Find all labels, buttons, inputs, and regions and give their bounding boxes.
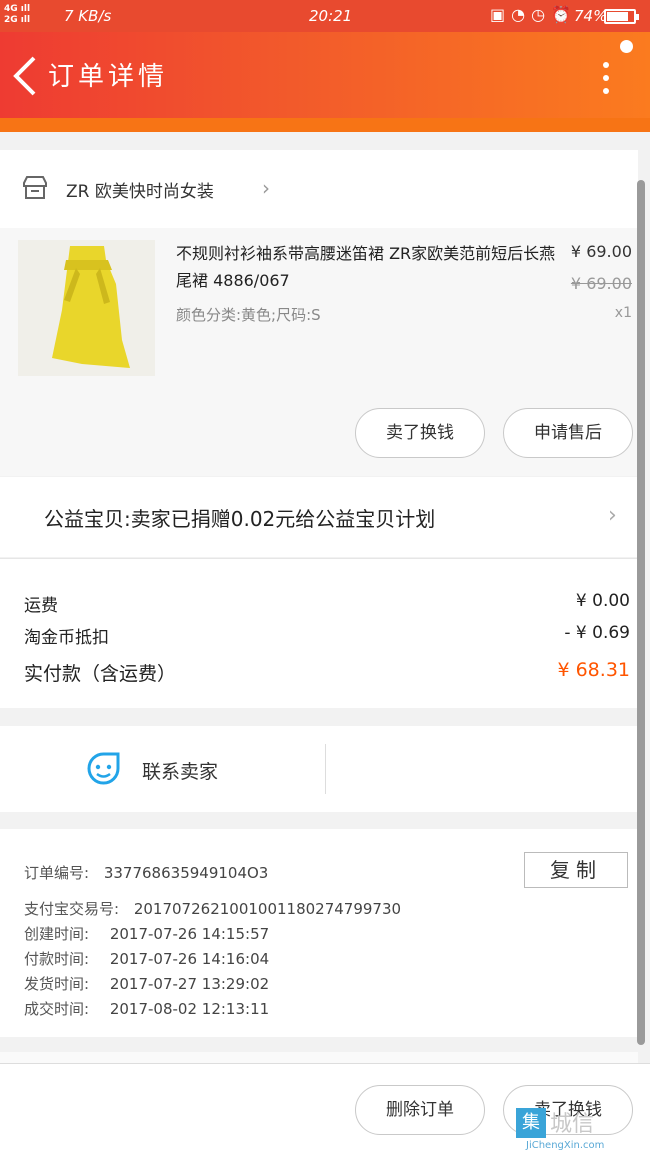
back-button[interactable] [10,54,40,98]
product-price: ¥ 69.00 [570,242,632,261]
contact-bar: 联系卖家 [0,726,638,812]
product-thumbnail[interactable] [18,240,155,376]
paid-time: 2017-07-26 14:16:04 [109,950,270,968]
chevron-right-icon: › [262,176,270,200]
watermark-text: 城信 [550,1112,595,1137]
chevron-right-icon: › [608,503,617,528]
fee-summary: 运费 ¥ 0.00 淘金币抵扣 - ¥ 0.69 实付款（含运费） ¥ 68.3… [0,558,638,708]
paid-time-line: 付款时间: 2017-07-26 14:16:04 [24,948,269,969]
product-sku: 颜色分类:黄色;尺码:S [176,306,321,324]
product-original-price: ¥ 69.00 [570,274,632,293]
chevron-left-icon [13,56,36,96]
created-time: 2017-07-26 14:15:57 [109,925,270,943]
paid-value: ¥ 68.31 [557,659,630,681]
charity-row[interactable]: 公益宝贝:卖家已捐赠0.02元给公益宝贝计划 › [0,477,638,557]
delete-order-button[interactable]: 删除订单 [355,1085,485,1135]
order-info: 订单编号: 337768635949104O3 复制 支付宝交易号: 20170… [0,829,638,1037]
shipping-label: 运费 [24,596,58,616]
divider [325,744,326,794]
alipay-number: 2017072621001001180274799730 [133,900,402,918]
status-bar: 4G ıll 2G ıll 7 KB/s 20:21 ▣◔◷⏰ 74% [0,0,650,32]
battery-percent: 74% [574,7,608,25]
more-menu-button[interactable] [594,58,618,98]
created-label: 创建时间: [24,925,90,943]
coin-label: 淘金币抵扣 [24,628,109,648]
system-icons: ▣◔◷⏰ [490,5,577,24]
yellow-skirt-image [18,240,155,376]
completed-line: 成交时间: 2017-08-02 12:13:11 [24,998,269,1019]
watermark-logo: 集 城信 JiChengXin.com [516,1104,650,1155]
copy-button[interactable]: 复制 [524,852,628,888]
paid-label: 实付款（含运费） [24,663,177,685]
shop-row[interactable]: ZR 欧美快时尚女装 › [0,150,638,228]
chat-face-icon [87,752,120,785]
order-number-line: 订单编号: 337768635949104O3 [24,862,268,883]
page-title: 订单详情 [48,62,169,92]
notification-dot [620,40,633,53]
completed-label: 成交时间: [24,1000,90,1018]
alipay-line: 支付宝交易号: 2017072621001001180274799730 [24,898,401,919]
alipay-label: 支付宝交易号: [24,900,120,918]
battery-icon [604,9,639,24]
shipped-label: 发货时间: [24,975,90,993]
contact-seller-label: 联系卖家 [142,761,219,783]
shipping-value: ¥ 0.00 [575,591,630,611]
order-item: 不规则衬衫袖系带高腰迷笛裙 ZR家欧美范前短后长燕尾裙 4886/067 颜色分… [0,228,638,476]
after-sale-button[interactable]: 申请售后 [503,408,633,458]
network-indicator: 4G ıll 2G ıll [4,4,31,25]
header-stripe [0,118,650,132]
order-detail-page: 4G ıll 2G ıll 7 KB/s 20:21 ▣◔◷⏰ 74% 订单详情 … [0,0,650,1155]
scrollbar[interactable] [637,180,645,1045]
contact-seller-button[interactable]: 联系卖家 [0,726,325,812]
store-icon [23,176,47,199]
watermark-url: JiChengXin.com [526,1140,605,1151]
shipped-time: 2017-07-27 13:29:02 [109,975,270,993]
shipped-line: 发货时间: 2017-07-27 13:29:02 [24,973,269,994]
app-header: 订单详情 [0,32,650,132]
net-speed: 7 KB/s [64,7,112,25]
sell-item-button[interactable]: 卖了换钱 [355,408,485,458]
coin-value: - ¥ 0.69 [564,623,630,643]
created-line: 创建时间: 2017-07-26 14:15:57 [24,923,269,944]
shop-name: ZR 欧美快时尚女装 [66,182,214,202]
order-number-label: 订单编号: [24,864,90,882]
charity-text: 公益宝贝:卖家已捐赠0.02元给公益宝贝计划 [44,507,436,531]
watermark-icon: 集 [516,1108,546,1138]
product-quantity: x1 [614,305,632,321]
paid-time-label: 付款时间: [24,950,90,968]
product-title[interactable]: 不规则衬衫袖系带高腰迷笛裙 ZR家欧美范前短后长燕尾裙 4886/067 [176,240,556,294]
order-number: 337768635949104O3 [103,864,269,882]
clock: 20:21 [309,7,353,25]
completed-time: 2017-08-02 12:13:11 [109,1000,270,1018]
